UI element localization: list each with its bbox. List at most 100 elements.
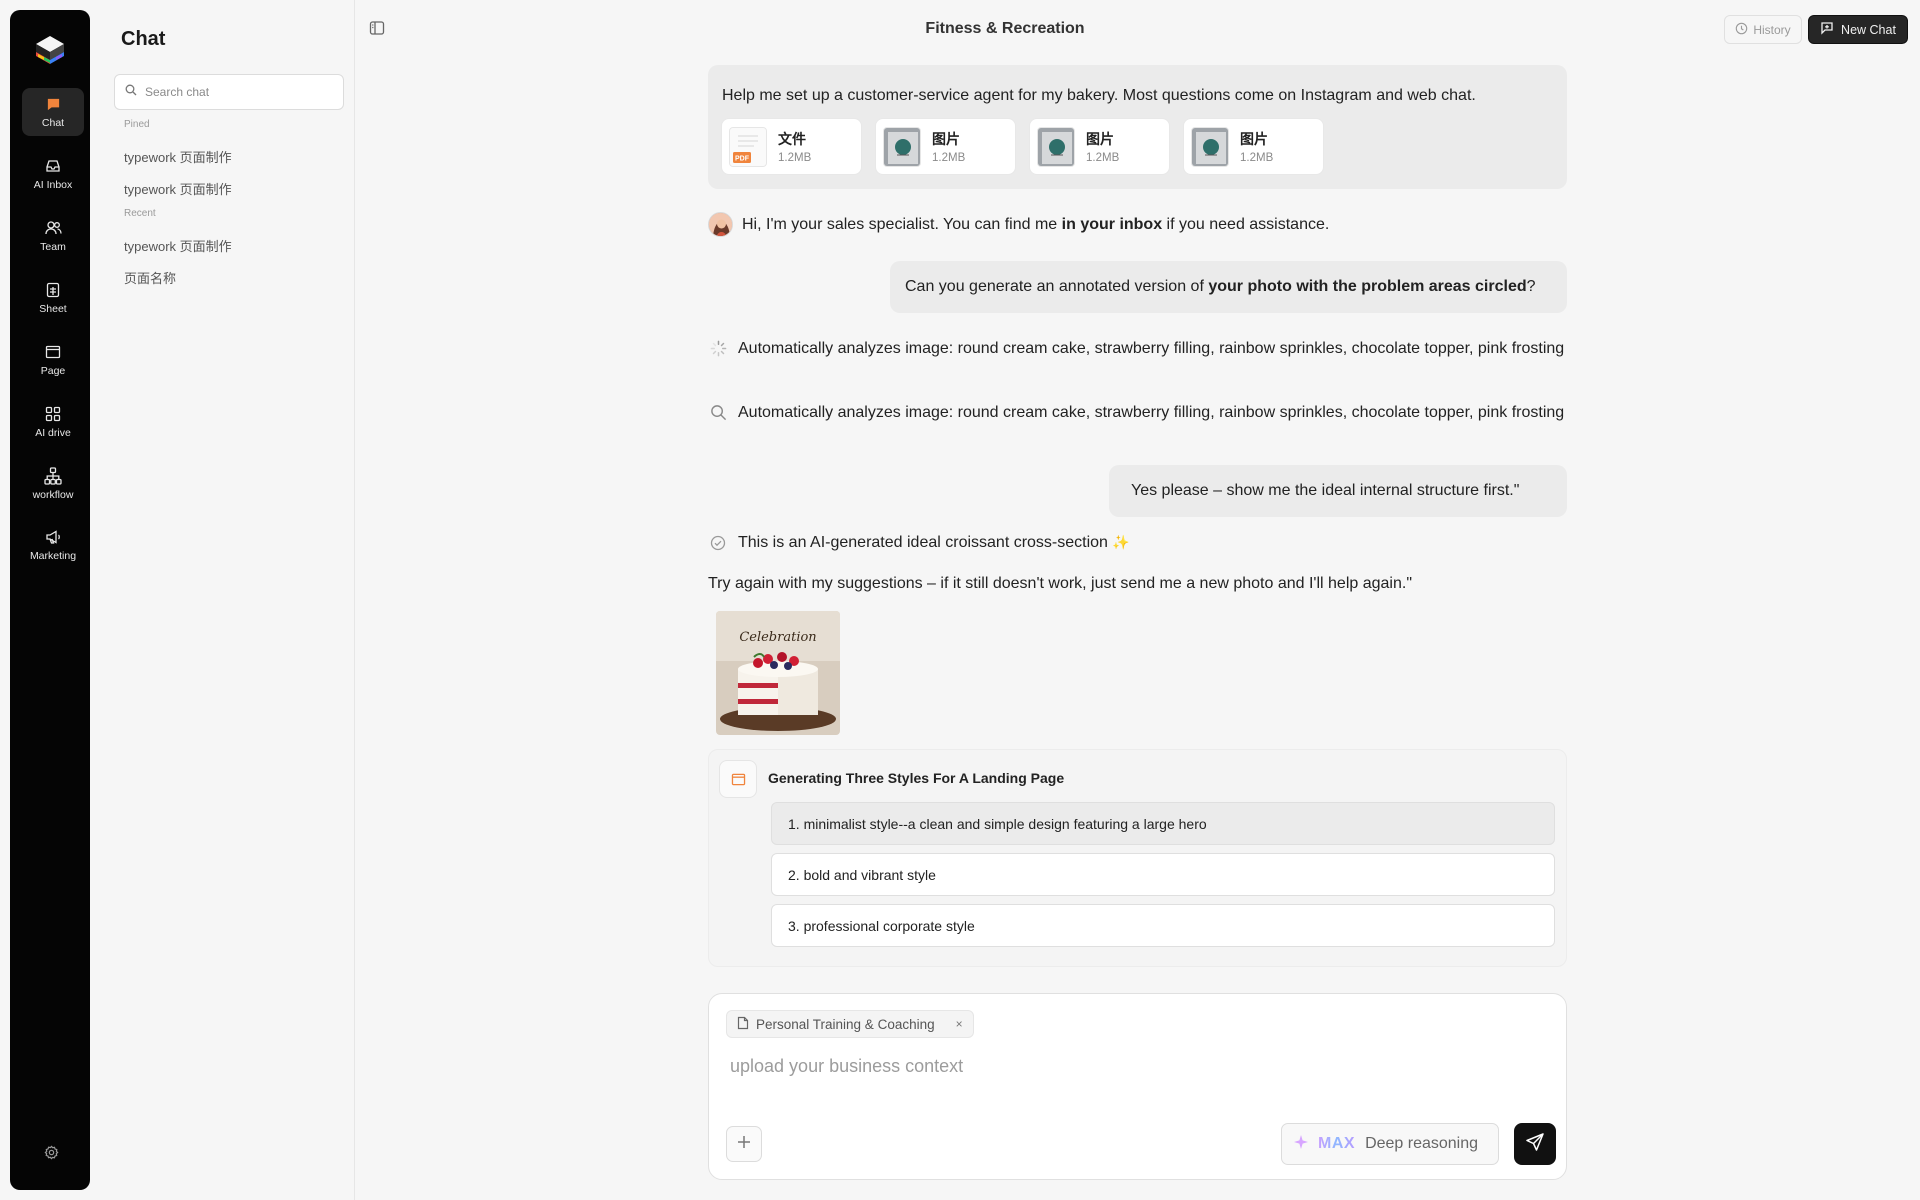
- rail-item-label: Sheet: [39, 303, 67, 315]
- agent-avatar: [708, 212, 733, 237]
- send-icon: [1525, 1132, 1545, 1157]
- app-logo[interactable]: [30, 30, 70, 70]
- rail-item-ai-drive[interactable]: AI drive: [22, 398, 84, 446]
- style-option[interactable]: 2. bold and vibrant style: [771, 853, 1555, 896]
- megaphone-icon: [44, 528, 62, 546]
- pinned-chat-item[interactable]: typework 页面制作: [124, 179, 232, 198]
- inbox-icon: [44, 157, 62, 175]
- chat-sidebar: Chat Pined typework 页面制作 typework 页面制作 R…: [100, 0, 355, 1200]
- recent-chat-item[interactable]: typework 页面制作: [124, 236, 232, 255]
- send-button[interactable]: [1514, 1123, 1556, 1165]
- sheet-icon: [44, 281, 62, 299]
- analysis-text: Automatically analyzes image: round crea…: [738, 404, 1565, 421]
- browser-window-icon: [719, 760, 757, 798]
- check-circle-icon: [710, 535, 728, 553]
- attachment-image[interactable]: 图片 1.2MB: [1183, 118, 1324, 175]
- max-badge: MAX: [1318, 1135, 1356, 1152]
- user-message-text: ?: [1526, 278, 1536, 295]
- history-button[interactable]: History: [1724, 15, 1802, 44]
- pinned-section-label: Pined: [124, 119, 150, 130]
- generation-card: Generating Three Styles For A Landing Pa…: [708, 749, 1567, 967]
- attachment-file[interactable]: PDF 文件 1.2MB: [721, 118, 862, 175]
- clock-icon: [1735, 22, 1748, 38]
- generation-title: Generating Three Styles For A Landing Pa…: [768, 770, 1065, 786]
- attachment-name: 文件: [778, 131, 806, 147]
- attachment-size: 1.2MB: [778, 152, 812, 164]
- recent-chat-item[interactable]: 页面名称: [124, 268, 176, 287]
- sparkle-icon: [1294, 1134, 1308, 1154]
- deep-reasoning-label: Deep reasoning: [1365, 1135, 1479, 1152]
- pinned-chat-item[interactable]: typework 页面制作: [124, 147, 232, 166]
- context-chip[interactable]: Personal Training & Coaching ×: [726, 1010, 974, 1038]
- rail-item-label: AI drive: [35, 427, 71, 439]
- rail-item-label: workflow: [32, 489, 74, 501]
- attachment-image[interactable]: 图片 1.2MB: [875, 118, 1016, 175]
- sparkle-icon: ✨: [1112, 534, 1130, 550]
- agent-message: Hi, I'm your sales specialist. You can f…: [708, 212, 1329, 237]
- pdf-file-icon: PDF: [729, 127, 767, 167]
- attachment-name: 图片: [1240, 131, 1268, 147]
- image-thumbnail-icon: [883, 127, 921, 167]
- chip-close-icon[interactable]: ×: [956, 1017, 963, 1031]
- image-thumbnail-icon: [1191, 127, 1229, 167]
- sidebar-toggle-icon[interactable]: [369, 20, 387, 38]
- attachment-size: 1.2MB: [1240, 152, 1274, 164]
- agent-message-text: Hi, I'm your sales specialist. You can f…: [742, 215, 1062, 233]
- rail-item-marketing[interactable]: Marketing: [22, 521, 84, 569]
- agent-inbox-link[interactable]: in your inbox: [1062, 216, 1162, 234]
- team-icon: [44, 219, 62, 237]
- icon-rail: Chat AI Inbox Team Sheet Page AI drive w…: [10, 10, 90, 1190]
- new-chat-button[interactable]: New Chat: [1808, 15, 1908, 44]
- search-input[interactable]: [145, 85, 325, 99]
- message-input[interactable]: [730, 1056, 1530, 1077]
- user-message-text: Can you generate an annotated version of: [905, 278, 1209, 295]
- image-thumbnail-icon: [1037, 127, 1075, 167]
- cake-image[interactable]: Celebration: [716, 611, 840, 735]
- workflow-icon: [44, 467, 62, 485]
- user-message-text: Yes please – show me the ideal internal …: [1131, 482, 1520, 499]
- user-message-card: Help me set up a customer-service agent …: [708, 65, 1567, 189]
- page-title: Fitness & Recreation: [925, 20, 1085, 37]
- attachment-name: 图片: [932, 131, 960, 147]
- rail-item-page[interactable]: Page: [22, 336, 84, 384]
- ai-status-line: This is an AI-generated ideal croissant …: [708, 534, 1130, 552]
- assistant-message-text: Try again with my suggestions – if it st…: [708, 575, 1412, 592]
- attachment-size: 1.2MB: [932, 152, 966, 164]
- add-attachment-button[interactable]: [726, 1126, 762, 1162]
- rail-item-label: Chat: [41, 117, 65, 129]
- style-option[interactable]: 3. professional corporate style: [771, 904, 1555, 947]
- page-icon: [44, 343, 62, 361]
- style-option[interactable]: 1. minimalist style--a clean and simple …: [771, 802, 1555, 845]
- user-message-bubble: Can you generate an annotated version of…: [890, 261, 1567, 313]
- rail-item-workflow[interactable]: workflow: [22, 460, 84, 508]
- rail-item-chat[interactable]: Chat: [22, 88, 84, 136]
- agent-message-text: if you need assistance.: [1162, 215, 1330, 233]
- user-message-emphasis: your photo with the problem areas circle…: [1208, 278, 1527, 295]
- analysis-step: Automatically analyzes image: round crea…: [708, 337, 1570, 361]
- recent-section-label: Recent: [124, 208, 156, 219]
- user-message-bubble: Yes please – show me the ideal internal …: [1109, 465, 1567, 517]
- message-composer: Personal Training & Coaching × MAX Deep …: [708, 993, 1567, 1180]
- attachment-image[interactable]: 图片 1.2MB: [1029, 118, 1170, 175]
- analysis-step: Automatically analyzes image: round crea…: [708, 401, 1570, 425]
- ai-status-text: This is an AI-generated ideal croissant …: [738, 534, 1108, 551]
- settings-gear-icon[interactable]: [39, 1140, 63, 1164]
- search-icon: [125, 83, 137, 101]
- user-message-text: Help me set up a customer-service agent …: [722, 87, 1476, 104]
- rail-item-sheet[interactable]: Sheet: [22, 274, 84, 322]
- document-icon: [737, 1016, 749, 1033]
- rail-item-ai-inbox[interactable]: AI Inbox: [22, 150, 84, 198]
- rail-item-team[interactable]: Team: [22, 212, 84, 260]
- sidebar-title: Chat: [121, 28, 166, 50]
- attachment-size: 1.2MB: [1086, 152, 1120, 164]
- attachment-name: 图片: [1086, 131, 1114, 147]
- deep-reasoning-toggle[interactable]: MAX Deep reasoning: [1281, 1123, 1499, 1165]
- chat-icon: [44, 95, 62, 113]
- context-chip-label: Personal Training & Coaching: [756, 1016, 935, 1032]
- rail-item-label: Team: [40, 241, 66, 253]
- rail-item-label: Marketing: [29, 550, 77, 562]
- drive-icon: [44, 405, 62, 423]
- new-chat-label: New Chat: [1841, 22, 1896, 37]
- search-icon: [710, 404, 728, 422]
- search-box[interactable]: [114, 74, 344, 110]
